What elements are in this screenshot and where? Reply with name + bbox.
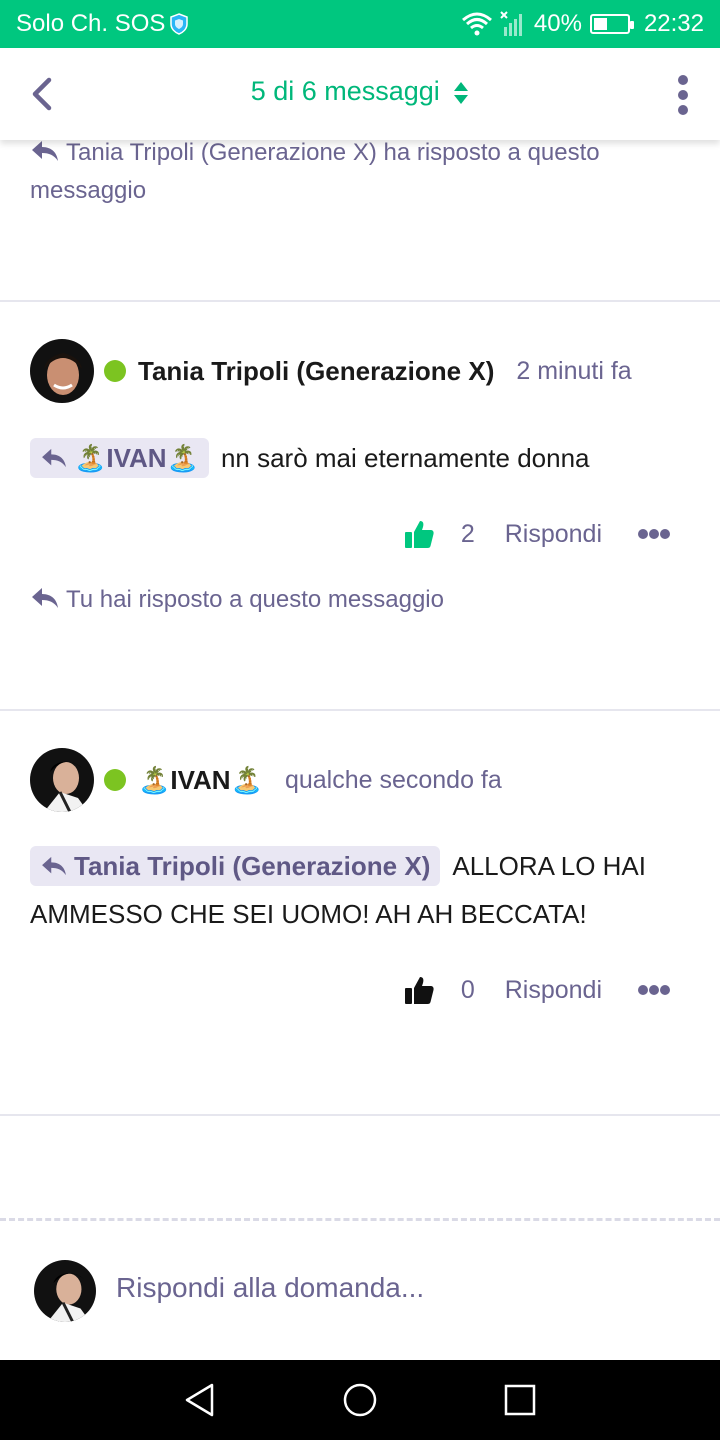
more-horizontal-icon[interactable] <box>638 984 670 996</box>
nav-back-icon[interactable] <box>182 1382 218 1418</box>
avatar[interactable] <box>30 748 94 812</box>
nav-home-icon[interactable] <box>342 1382 378 1418</box>
top-bar: 5 di 6 messaggi <box>0 48 720 140</box>
reply-icon <box>42 856 66 876</box>
mention-tag[interactable]: Tania Tripoli (Generazione X) <box>30 846 441 886</box>
navigation-bar <box>0 1360 720 1440</box>
reply-button[interactable]: Rispondi <box>505 976 602 1005</box>
post-text: nn sarò mai eternamente donna <box>220 443 590 473</box>
divider <box>0 300 720 302</box>
nav-recents-icon[interactable] <box>502 1382 538 1418</box>
reply-note-text: Tania Tripoli (Generazione X) ha rispost… <box>30 139 600 204</box>
online-indicator <box>104 769 126 791</box>
post-actions: 2 Rispondi <box>403 514 670 554</box>
signal-icon <box>500 11 522 36</box>
reply-composer[interactable]: Rispondi alla domanda... <box>0 1222 720 1360</box>
avatar[interactable] <box>30 339 94 403</box>
reply-icon <box>32 588 58 608</box>
author-name[interactable]: Tania Tripoli (Generazione X) <box>138 356 494 387</box>
carrier-label: Solo Ch. SOS <box>16 10 166 37</box>
battery-percent: 40% <box>533 10 582 37</box>
post-header: 🏝️IVAN🏝️ qualche secondo fa <box>30 748 502 812</box>
post-header: Tania Tripoli (Generazione X) 2 minuti f… <box>30 339 632 403</box>
reply-button[interactable]: Rispondi <box>505 520 602 549</box>
reply-note[interactable]: Tu hai risposto a questo messaggio <box>30 581 444 619</box>
wifi-icon <box>461 12 492 36</box>
more-horizontal-icon[interactable] <box>638 528 670 540</box>
page-title: 5 di 6 messaggi <box>250 76 440 106</box>
mention-text: 🏝️IVAN🏝️ <box>74 443 199 473</box>
mention-tag[interactable]: 🏝️IVAN🏝️ <box>30 438 209 478</box>
more-vertical-icon[interactable] <box>676 74 690 116</box>
reply-note-text: Tu hai risposto a questo messaggio <box>66 586 444 613</box>
avatar <box>34 1260 96 1322</box>
sort-arrows-icon[interactable] <box>453 80 469 106</box>
divider <box>0 709 720 711</box>
post-body: Tania Tripoli (Generazione X) ALLORA LO H… <box>30 842 690 938</box>
post-time: 2 minuti fa <box>516 356 632 385</box>
reply-icon <box>32 141 58 161</box>
divider <box>0 1114 720 1116</box>
battery-icon <box>589 14 634 34</box>
reply-note[interactable]: Tania Tripoli (Generazione X) ha rispost… <box>30 134 680 210</box>
message-navigator[interactable]: 5 di 6 messaggi <box>0 76 720 107</box>
status-bar: Solo Ch. SOS 40% 22:32 <box>0 0 720 48</box>
post-body: 🏝️IVAN🏝️ nn sarò mai eternamente donna <box>30 434 690 482</box>
reply-input[interactable]: Rispondi alla domanda... <box>116 1272 424 1304</box>
like-count: 2 <box>460 519 475 548</box>
reply-icon <box>42 448 66 468</box>
like-count: 0 <box>460 975 475 1004</box>
online-indicator <box>104 360 126 382</box>
mention-text: Tania Tripoli (Generazione X) <box>74 851 431 881</box>
shield-icon <box>170 13 189 35</box>
thumbs-up-icon[interactable] <box>403 518 435 550</box>
post-time: qualche secondo fa <box>284 765 502 794</box>
composer-separator <box>0 1218 720 1221</box>
clock: 22:32 <box>643 10 704 37</box>
author-name[interactable]: 🏝️IVAN🏝️ <box>138 765 263 796</box>
thumbs-up-icon[interactable] <box>403 974 435 1006</box>
post-actions: 0 Rispondi <box>403 970 670 1010</box>
